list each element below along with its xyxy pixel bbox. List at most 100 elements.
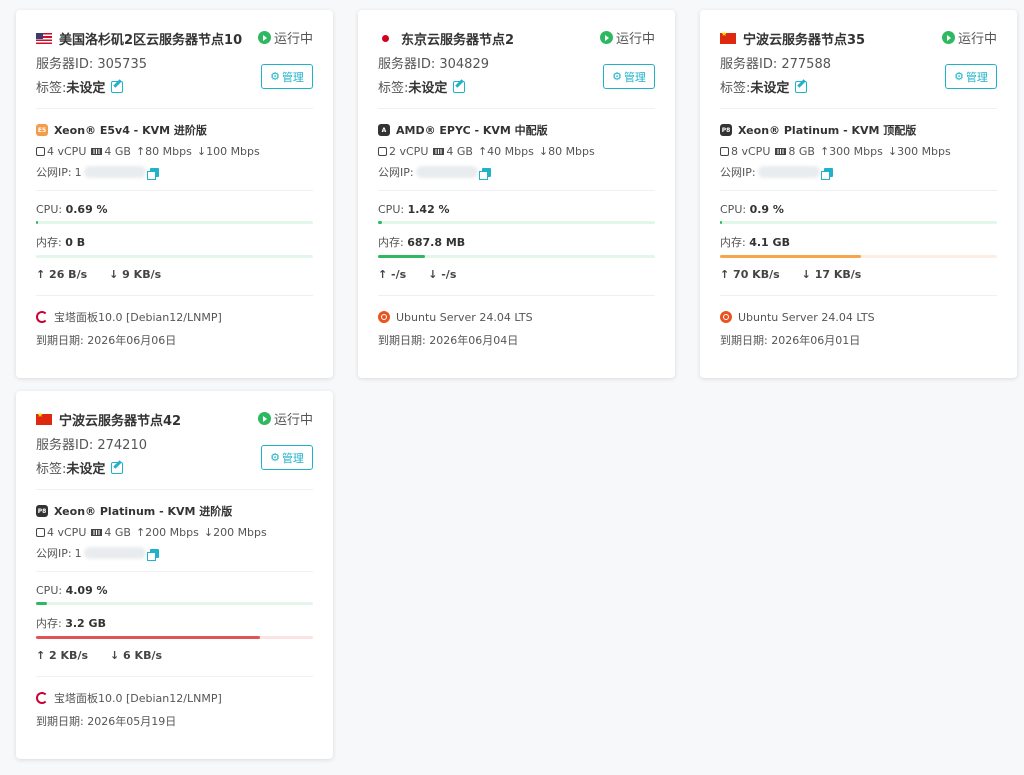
divider xyxy=(378,295,655,296)
divider xyxy=(720,295,997,296)
memory-usage-bar xyxy=(378,255,655,258)
ram-icon xyxy=(91,147,103,155)
cpu-model-row: P8 Xeon® Platinum - KVM 顶配版 xyxy=(720,121,997,139)
cpu-usage-bar xyxy=(378,221,655,224)
gear-icon: ⚙ xyxy=(954,70,964,83)
ram-icon xyxy=(433,147,445,155)
cpu-usage: CPU: 0.9 % xyxy=(720,203,784,216)
tx-rate: ↑ -/s xyxy=(378,268,407,281)
spec-row: 2 vCPU 4 GB ↑40 Mbps ↓80 Mbps xyxy=(378,143,655,159)
spec-row: 4 vCPU 4 GB ↑80 Mbps ↓100 Mbps xyxy=(36,143,313,159)
server-card: 宁波云服务器节点42 运行中 服务器ID: 274210 标签: 未设定 ⚙管理… xyxy=(16,391,333,759)
cpu-usage: CPU: 4.09 % xyxy=(36,584,108,597)
edit-icon[interactable] xyxy=(453,80,466,93)
play-circle-icon xyxy=(257,31,271,44)
manage-button[interactable]: ⚙ 管理 xyxy=(261,445,313,470)
upload-bandwidth: ↑40 Mbps xyxy=(477,144,534,158)
upload-bandwidth: ↑80 Mbps xyxy=(135,144,192,158)
traffic-row: ↑ 70 KB/s ↓ 17 KB/s xyxy=(720,268,997,281)
divider xyxy=(36,571,313,572)
cpu-badge-icon: P8 xyxy=(720,124,732,136)
divider xyxy=(378,108,655,109)
card-header: 宁波云服务器节点42 运行中 服务器ID: 274210 标签: 未设定 ⚙管理 xyxy=(36,409,313,479)
edit-icon[interactable] xyxy=(795,80,808,93)
flag-icon xyxy=(720,30,736,44)
memory-usage: 内存: 3.2 GB xyxy=(36,617,106,630)
tx-rate: ↑ 70 KB/s xyxy=(720,268,780,281)
public-ip-row: 公网IP: 1 xyxy=(36,164,313,180)
divider xyxy=(36,489,313,490)
os-row: Ubuntu Server 24.04 LTS xyxy=(720,308,997,326)
traffic-row: ↑ 2 KB/s ↓ 6 KB/s xyxy=(36,649,313,662)
manage-button[interactable]: ⚙ 管理 xyxy=(261,64,313,89)
memory-usage-bar xyxy=(36,255,313,258)
play-circle-icon xyxy=(941,31,955,44)
rx-rate: ↓ 6 KB/s xyxy=(110,649,163,662)
cpu-model: Xeon® E5v4 - KVM 进阶版 xyxy=(54,124,207,137)
status-text: 运行中 xyxy=(957,32,997,47)
debian-icon xyxy=(36,311,48,323)
edit-icon[interactable] xyxy=(111,461,124,474)
public-ip-row: 公网IP: 1 xyxy=(36,545,313,561)
server-card: 美国洛杉矶2区云服务器节点10 运行中 服务器ID: 305735 标签: 未设… xyxy=(16,10,333,378)
memory-usage-bar xyxy=(36,636,313,639)
card-header: 美国洛杉矶2区云服务器节点10 运行中 服务器ID: 305735 标签: 未设… xyxy=(36,28,313,98)
cpu-badge-icon: P8 xyxy=(36,505,48,517)
copy-icon[interactable] xyxy=(478,167,491,180)
play-circle-icon xyxy=(599,31,613,44)
server-name[interactable]: 宁波云服务器节点42 xyxy=(59,410,181,429)
edit-icon[interactable] xyxy=(111,80,124,93)
tx-rate: ↑ 2 KB/s xyxy=(36,649,89,662)
cpu-chip-icon xyxy=(720,146,729,156)
traffic-row: ↑ -/s ↓ -/s xyxy=(378,268,655,281)
cpu-chip-icon xyxy=(36,146,45,156)
server-name[interactable]: 宁波云服务器节点35 xyxy=(743,29,865,48)
ram-icon xyxy=(775,147,787,155)
status-badge: 运行中 xyxy=(257,28,313,47)
spec-row: 8 vCPU 8 GB ↑300 Mbps ↓300 Mbps xyxy=(720,143,997,159)
download-bandwidth: ↓100 Mbps xyxy=(196,144,260,158)
server-name[interactable]: 美国洛杉矶2区云服务器节点10 xyxy=(59,29,242,48)
server-card: 东京云服务器节点2 运行中 服务器ID: 304829 标签: 未设定 ⚙ 管理 … xyxy=(358,10,675,378)
os-name: 宝塔面板10.0 [Debian12/LNMP] xyxy=(54,692,222,705)
status-text: 运行中 xyxy=(615,32,655,47)
status-text: 运行中 xyxy=(273,413,313,428)
ip-redacted xyxy=(415,166,478,178)
cpu-model-row: A AMD® EPYC - KVM 中配版 xyxy=(378,121,655,139)
ip-redacted xyxy=(757,166,820,178)
spec-row: 4 vCPU 4 GB ↑200 Mbps ↓200 Mbps xyxy=(36,524,313,540)
rx-rate: ↓ 9 KB/s xyxy=(109,268,162,281)
upload-bandwidth: ↑300 Mbps xyxy=(819,144,883,158)
status-badge: 运行中 xyxy=(599,28,655,47)
gear-icon: ⚙ xyxy=(270,451,280,464)
cpu-chip-icon xyxy=(36,527,45,537)
status-badge: 运行中 xyxy=(941,28,997,47)
cpu-badge-icon: A xyxy=(378,124,390,136)
copy-icon[interactable] xyxy=(146,548,159,561)
play-circle-icon xyxy=(257,412,271,425)
expire-date: 到期日期: 2026年06月01日 xyxy=(720,334,861,347)
download-bandwidth: ↓80 Mbps xyxy=(538,144,595,158)
cpu-model-row: E5 Xeon® E5v4 - KVM 进阶版 xyxy=(36,121,313,139)
flag-icon xyxy=(36,32,52,44)
status-text: 运行中 xyxy=(273,32,313,47)
copy-icon[interactable] xyxy=(820,167,833,180)
memory-usage: 内存: 4.1 GB xyxy=(720,236,790,249)
manage-button[interactable]: ⚙ 管理 xyxy=(603,64,655,89)
cpu-usage: CPU: 1.42 % xyxy=(378,203,450,216)
cpu-badge-icon: E5 xyxy=(36,124,48,136)
os-row: Ubuntu Server 24.04 LTS xyxy=(378,308,655,326)
copy-icon[interactable] xyxy=(146,167,159,180)
server-name[interactable]: 东京云服务器节点2 xyxy=(401,29,514,48)
upload-bandwidth: ↑200 Mbps xyxy=(135,525,199,539)
memory-usage: 内存: 0 B xyxy=(36,236,86,249)
expire-date: 到期日期: 2026年05月19日 xyxy=(36,715,177,728)
ip-redacted xyxy=(83,547,146,559)
ubuntu-icon xyxy=(378,311,390,323)
public-ip-value: 1 xyxy=(74,546,82,560)
card-header: 东京云服务器节点2 运行中 服务器ID: 304829 标签: 未设定 ⚙ 管理 xyxy=(378,28,655,98)
manage-button[interactable]: ⚙ 管理 xyxy=(945,64,997,89)
divider xyxy=(36,190,313,191)
public-ip-row: 公网IP: xyxy=(378,164,655,180)
cpu-model: AMD® EPYC - KVM 中配版 xyxy=(396,124,548,137)
